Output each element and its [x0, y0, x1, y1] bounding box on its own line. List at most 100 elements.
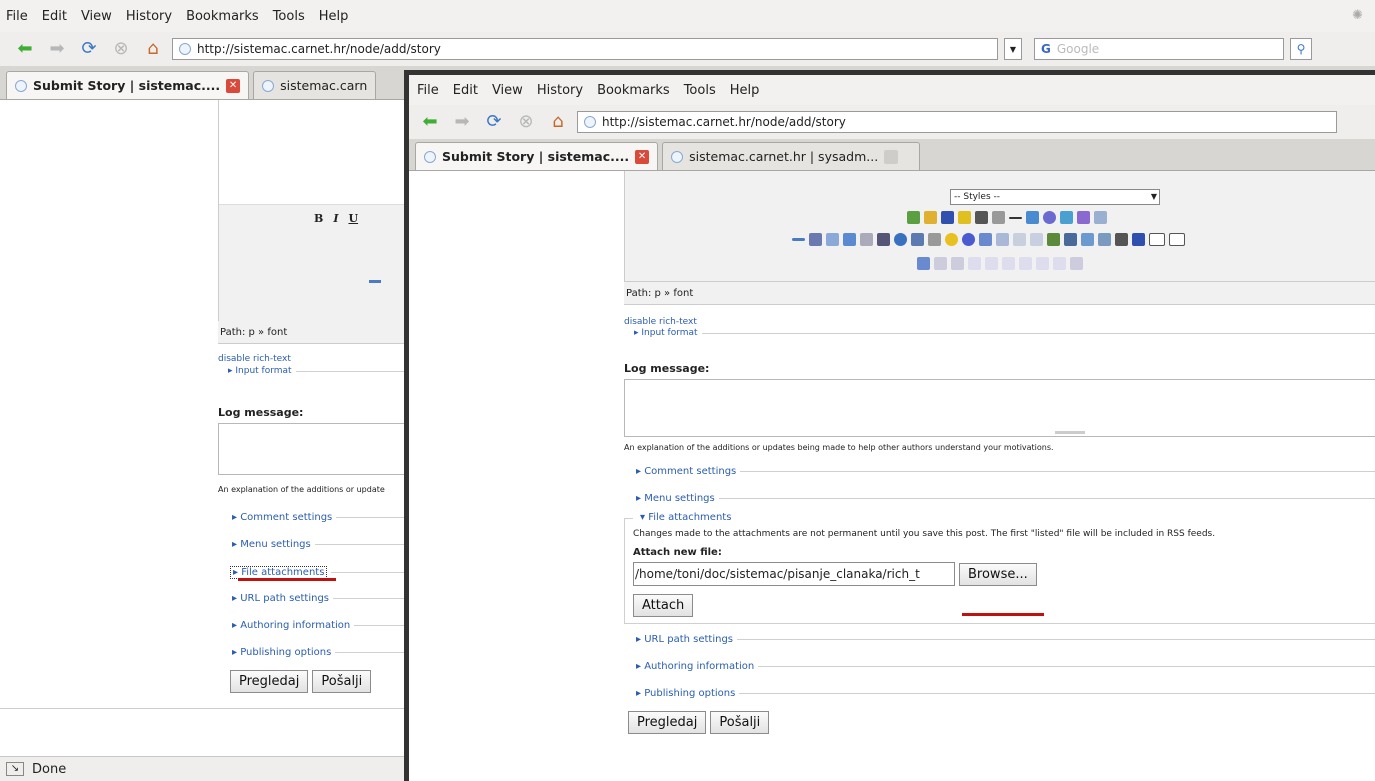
front-tab-active[interactable]: Submit Story | sistemac.... ✕	[415, 142, 659, 170]
front-menu-history[interactable]: History	[537, 83, 583, 98]
front-menu-tools[interactable]: Tools	[684, 83, 716, 98]
template-icon[interactable]	[1064, 233, 1077, 246]
back-submit-button[interactable]: Pošalji	[312, 670, 372, 693]
copy-icon[interactable]	[826, 233, 839, 246]
spellcheck-icon[interactable]	[907, 211, 920, 224]
front-menu-view[interactable]: View	[492, 83, 523, 98]
menu-edit[interactable]: Edit	[42, 9, 67, 24]
front-menu-file[interactable]: File	[417, 83, 439, 98]
row-props-icon[interactable]	[951, 257, 964, 270]
html-icon[interactable]	[992, 211, 1005, 224]
italic-button[interactable]: I	[333, 212, 338, 225]
back-menu-settings[interactable]: ▸ Menu settings	[218, 539, 408, 550]
menu-file[interactable]: File	[6, 9, 28, 24]
back-tab-other[interactable]: sistemac.carn	[253, 71, 377, 99]
url-dropdown-button[interactable]: ▼	[1004, 38, 1022, 60]
front-stop-icon[interactable]: ⊗	[513, 111, 539, 133]
remove-format-icon[interactable]	[975, 211, 988, 224]
font-icon[interactable]	[1132, 233, 1145, 246]
split-cell-icon[interactable]	[1053, 257, 1066, 270]
back-preview-button[interactable]: Pregledaj	[230, 670, 309, 693]
emoticon-icon[interactable]	[945, 233, 958, 246]
back-tab-active[interactable]: Submit Story | sistemac.... ✕	[6, 71, 250, 99]
front-reload-icon[interactable]: ⟳	[481, 111, 507, 133]
preview-button[interactable]: Pregledaj	[628, 711, 707, 734]
omega-icon[interactable]	[877, 233, 890, 246]
delete-col-icon[interactable]	[1036, 257, 1049, 270]
find-icon[interactable]	[1077, 211, 1090, 224]
fullscreen-icon[interactable]	[1149, 233, 1165, 246]
front-menu-edit[interactable]: Edit	[453, 83, 478, 98]
cut-icon[interactable]	[809, 233, 822, 246]
globe-icon[interactable]	[894, 233, 907, 246]
menu-history[interactable]: History	[126, 9, 172, 24]
resize-grip-icon[interactable]	[1055, 431, 1085, 434]
front-back-icon[interactable]: ⬅	[417, 111, 443, 133]
url-bar[interactable]: http://sistemac.carnet.hr/node/add/story	[172, 38, 998, 60]
table-props-icon[interactable]	[934, 257, 947, 270]
menu-tools[interactable]: Tools	[273, 9, 305, 24]
back-disable-rich[interactable]: disable rich-text	[218, 354, 408, 364]
front-tab-other[interactable]: sistemac.carnet.hr | sysadm...	[662, 142, 921, 170]
search-button[interactable]: ⚲	[1290, 38, 1312, 60]
menu-help[interactable]: Help	[319, 9, 349, 24]
back-comment-settings[interactable]: ▸ Comment settings	[218, 512, 408, 523]
back-log-textarea[interactable]	[218, 423, 408, 475]
front-menu-help[interactable]: Help	[730, 83, 760, 98]
split-icon[interactable]	[1169, 233, 1185, 246]
hr-icon[interactable]	[1009, 217, 1022, 219]
bold-button[interactable]: B	[314, 212, 323, 225]
reload-icon[interactable]: ⟳	[76, 38, 102, 60]
attach-button[interactable]: Attach	[633, 594, 694, 617]
underline-button[interactable]: U	[348, 212, 358, 225]
delete-row-icon[interactable]	[1002, 257, 1015, 270]
insert-col-icon[interactable]	[1019, 257, 1032, 270]
google-icon[interactable]: G	[1041, 42, 1051, 56]
preview-icon[interactable]	[1060, 211, 1073, 224]
log-message-textarea[interactable]	[624, 379, 1375, 437]
styles-select[interactable]: -- Styles -- ▼	[950, 189, 1160, 205]
authoring-information[interactable]: ▸ Authoring information	[624, 661, 1375, 672]
front-forward-icon[interactable]: ➡	[449, 111, 475, 133]
print-icon[interactable]	[1115, 233, 1128, 246]
move-back-icon[interactable]	[1030, 233, 1043, 246]
file-attachments-legend[interactable]: ▾ File attachments	[633, 512, 1375, 523]
search-box[interactable]: G Google	[1034, 38, 1284, 60]
front-home-icon[interactable]: ⌂	[545, 111, 571, 133]
absolute-icon[interactable]	[996, 233, 1009, 246]
disable-rich-text-link[interactable]: disable rich-text	[624, 317, 1375, 327]
tab-close-icon[interactable]: ✕	[226, 78, 241, 93]
replace-icon[interactable]	[1094, 211, 1107, 224]
tab-close-icon[interactable]	[884, 149, 899, 164]
menu-view[interactable]: View	[81, 9, 112, 24]
clock-icon[interactable]	[1043, 211, 1056, 224]
input-format[interactable]: ▸ Input format	[624, 328, 1375, 338]
insert-row-icon[interactable]	[985, 257, 998, 270]
image-icon[interactable]	[1098, 233, 1111, 246]
font-color-icon[interactable]	[941, 211, 954, 224]
paste-icon[interactable]	[843, 233, 856, 246]
cell-props-icon[interactable]	[968, 257, 981, 270]
back-authoring-info[interactable]: ▸ Authoring information	[218, 620, 408, 631]
back-input-format[interactable]: ▸ Input format	[218, 366, 408, 376]
file-path-input[interactable]: /home/toni/doc/sistemac/pisanje_clanaka/…	[633, 562, 955, 586]
forward-icon[interactable]: ➡	[44, 38, 70, 60]
pilcrow-icon[interactable]	[928, 233, 941, 246]
move-forward-icon[interactable]	[1013, 233, 1026, 246]
hr-icon[interactable]	[369, 280, 381, 283]
submit-button[interactable]: Pošalji	[710, 711, 770, 734]
url-path-settings[interactable]: ▸ URL path settings	[624, 634, 1375, 645]
browse-button[interactable]: Browse...	[959, 562, 1037, 586]
home-icon[interactable]: ⌂	[140, 38, 166, 60]
comment-settings[interactable]: ▸ Comment settings	[624, 466, 1375, 477]
back-icon[interactable]: ⬅	[12, 38, 38, 60]
back-url-path-settings[interactable]: ▸ URL path settings	[218, 593, 408, 604]
menu-settings[interactable]: ▸ Menu settings	[624, 493, 1375, 504]
front-menu-bookmarks[interactable]: Bookmarks	[597, 83, 670, 98]
table-icon[interactable]	[1026, 211, 1039, 224]
merge-cell-icon[interactable]	[1070, 257, 1083, 270]
front-url-bar[interactable]: http://sistemac.carnet.hr/node/add/story	[577, 111, 1337, 133]
style-icon[interactable]	[1047, 233, 1060, 246]
tab-close-icon[interactable]: ✕	[635, 149, 650, 164]
undo-icon[interactable]	[860, 233, 873, 246]
